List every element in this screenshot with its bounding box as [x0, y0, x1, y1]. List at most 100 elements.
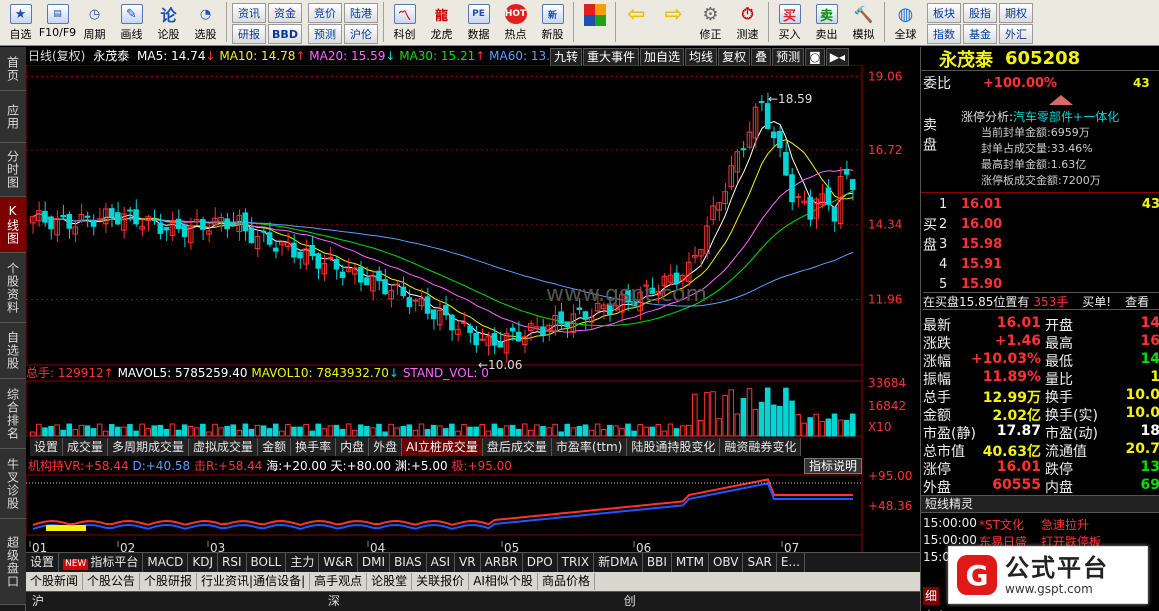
ind-rsi[interactable]: RSI: [218, 553, 247, 572]
buy-alert-row[interactable]: 在买盘15.85位置有 353手 买单! 查看: [923, 292, 1159, 310]
ind-wr[interactable]: W&R: [319, 553, 358, 572]
subtab-chengjiaoliang[interactable]: 成交量: [63, 437, 109, 456]
camera-icon[interactable]: ◙: [805, 48, 825, 66]
bottom-tab-xi[interactable]: 细: [923, 587, 939, 605]
duanxian-jingling-header[interactable]: 短线精灵: [921, 495, 1159, 513]
tb-xingu-button[interactable]: 新 新股: [534, 2, 571, 44]
tb-zixun-button[interactable]: 资讯: [232, 3, 266, 23]
tb-qiquan-button[interactable]: 期权: [999, 3, 1033, 23]
subtab-neipan[interactable]: 内盘: [336, 437, 370, 456]
ind-dpo[interactable]: DPO: [523, 553, 558, 572]
nav-yingyong[interactable]: 应用: [0, 91, 26, 143]
tb-redian-button[interactable]: HOT 热点: [497, 2, 534, 44]
ind-vr[interactable]: VR: [455, 553, 481, 572]
news-gaoshou[interactable]: 高手观点: [310, 573, 368, 590]
ind-obv[interactable]: OBV: [709, 553, 744, 572]
alert-view-link[interactable]: 查看: [1125, 293, 1149, 310]
tb-hulun-button[interactable]: 沪伦: [344, 24, 378, 44]
tb-longhu-button[interactable]: 龍 龙虎: [423, 2, 460, 44]
tab-die[interactable]: 叠: [751, 48, 772, 66]
news-shangpin[interactable]: 商品价格: [538, 573, 595, 590]
tab-junxian[interactable]: 均线: [685, 48, 718, 66]
orderbook-row[interactable]: 5 15.90: [939, 275, 1159, 293]
tb-jingjia-button[interactable]: 竞价: [308, 3, 342, 23]
tb-bbd-button[interactable]: BBD: [268, 24, 302, 44]
tb-maichu-button[interactable]: 卖 卖出: [808, 2, 845, 44]
subtab-lugutong[interactable]: 陆股通持股变化: [627, 437, 721, 456]
ind-kdj[interactable]: KDJ: [188, 553, 218, 572]
tab-fuquan[interactable]: 复权: [718, 48, 751, 66]
tb-tiles-button[interactable]: [576, 2, 613, 44]
ind-newdma[interactable]: 新DMA: [594, 553, 643, 572]
news-ai-xiangsi[interactable]: AI相似个股: [469, 573, 538, 590]
tb-lungu-button[interactable]: 论 论股: [150, 2, 187, 44]
subtab-xuni[interactable]: 虚拟成交量: [189, 437, 259, 456]
ind-bias[interactable]: BIAS: [390, 553, 427, 572]
tb-yanbao-button[interactable]: 研报: [232, 24, 266, 44]
tb-huaxian-button[interactable]: ✎ 画线: [113, 2, 150, 44]
tb-f10-button[interactable]: ▤ F10/F9: [39, 2, 76, 44]
tb-xuangu-button[interactable]: ◔ 选股: [187, 2, 224, 44]
kline-chart-svg[interactable]: 19.06 16.72 14.34 11.96 33684 16842 X10 +95.00 +…: [26, 65, 920, 552]
subtab-duozhouqi[interactable]: 多周期成交量: [108, 437, 190, 456]
ind-shezhi[interactable]: 设置: [26, 553, 60, 572]
ind-mtm[interactable]: MTM: [672, 553, 709, 572]
tb-guzhi-button[interactable]: 股指: [963, 3, 997, 23]
ind-more[interactable]: E...: [777, 553, 805, 572]
nav-zixuangu[interactable]: 自选股: [0, 323, 26, 379]
tb-jijin-button[interactable]: 基金: [963, 24, 997, 44]
subtab-ai-lizhuang[interactable]: AI立桩成交量: [402, 437, 483, 456]
tb-waihui-button[interactable]: 外汇: [999, 24, 1033, 44]
tab-zhongda-shijian[interactable]: 重大事件: [583, 48, 640, 66]
ind-boll[interactable]: BOLL: [247, 553, 287, 572]
orderbook-row[interactable]: 1 16.01 43: [939, 195, 1159, 213]
tb-moni-button[interactable]: 🔨 模拟: [845, 2, 882, 44]
ind-platform[interactable]: NEW 指标平台: [59, 553, 144, 572]
nav-kxian[interactable]: K线图: [0, 197, 26, 253]
subtab-jine[interactable]: 金额: [258, 437, 292, 456]
tb-bankuai-button[interactable]: 板块: [927, 3, 961, 23]
news-lungutang[interactable]: 论股堂: [367, 573, 413, 590]
tb-cesu-button[interactable]: ⏱ 测速: [729, 2, 766, 44]
tb-shuju-button[interactable]: PE 数据: [460, 2, 497, 44]
news-guanlian[interactable]: 关联报价: [412, 573, 470, 590]
subtab-rongzi[interactable]: 融资融券变化: [720, 437, 802, 456]
tb-zhouqi-button[interactable]: ◷ 周期: [76, 2, 113, 44]
subtab-panhou[interactable]: 盘后成交量: [482, 437, 552, 456]
tb-back-button[interactable]: ⇦: [618, 2, 655, 44]
indicator-help-button[interactable]: 指标说明: [804, 458, 863, 474]
news-gegu-yanbao[interactable]: 个股研报: [140, 573, 198, 590]
tb-kechuang-button[interactable]: 〽 科创: [386, 2, 423, 44]
orderbook-row[interactable]: 3 15.98: [939, 235, 1159, 253]
tb-lugang-button[interactable]: 陆港: [344, 3, 378, 23]
news-hangye-zixun[interactable]: 行业资讯|通信设备|: [197, 573, 311, 590]
tab-jiuzhuan[interactable]: 九转: [550, 48, 583, 66]
subtab-huanshoulv[interactable]: 换手率: [291, 437, 337, 456]
ind-trix[interactable]: TRIX: [558, 553, 595, 572]
tb-zixuan-button[interactable]: ★ 自选: [2, 2, 39, 44]
subtab-shezhi[interactable]: 设置: [30, 437, 64, 456]
orderbook-row[interactable]: 2 16.00: [939, 215, 1159, 233]
news-gegu-xinwen[interactable]: 个股新闻: [26, 573, 84, 590]
tb-quanqiu-button[interactable]: ◍ 全球: [887, 2, 924, 44]
tb-xiuzheng-button[interactable]: ⚙ 修正: [692, 2, 729, 44]
nav-zonghe-paiming[interactable]: 综合排名: [0, 379, 26, 449]
pin-icon[interactable]: ▶◂: [825, 48, 850, 66]
ind-dmi[interactable]: DMI: [358, 553, 391, 572]
subtab-waipan[interactable]: 外盘: [369, 437, 403, 456]
ind-macd[interactable]: MACD: [143, 553, 189, 572]
tab-yuce[interactable]: 预测: [772, 48, 805, 66]
tb-zijin-button[interactable]: 资金: [268, 3, 302, 23]
orderbook-row[interactable]: 4 15.91: [939, 255, 1159, 273]
subtab-shiyinglv[interactable]: 市盈率(ttm): [551, 437, 628, 456]
duanxian-item[interactable]: 15:00:00 *ST文化 急速拉升: [921, 516, 1159, 532]
tab-jia-zixuan[interactable]: 加自选: [640, 48, 685, 66]
tb-mairu-button[interactable]: 买 买入: [771, 2, 808, 44]
ind-asi[interactable]: ASI: [427, 553, 456, 572]
nav-niucha-zhengu[interactable]: 牛叉诊股: [0, 449, 26, 519]
tb-zhishu-button[interactable]: 指数: [927, 24, 961, 44]
ind-bbi[interactable]: BBI: [643, 553, 672, 572]
nav-fenshi[interactable]: 分时图: [0, 143, 26, 197]
tb-forward-button[interactable]: ⇨: [655, 2, 692, 44]
tb-yuce-button[interactable]: 预测: [308, 24, 342, 44]
